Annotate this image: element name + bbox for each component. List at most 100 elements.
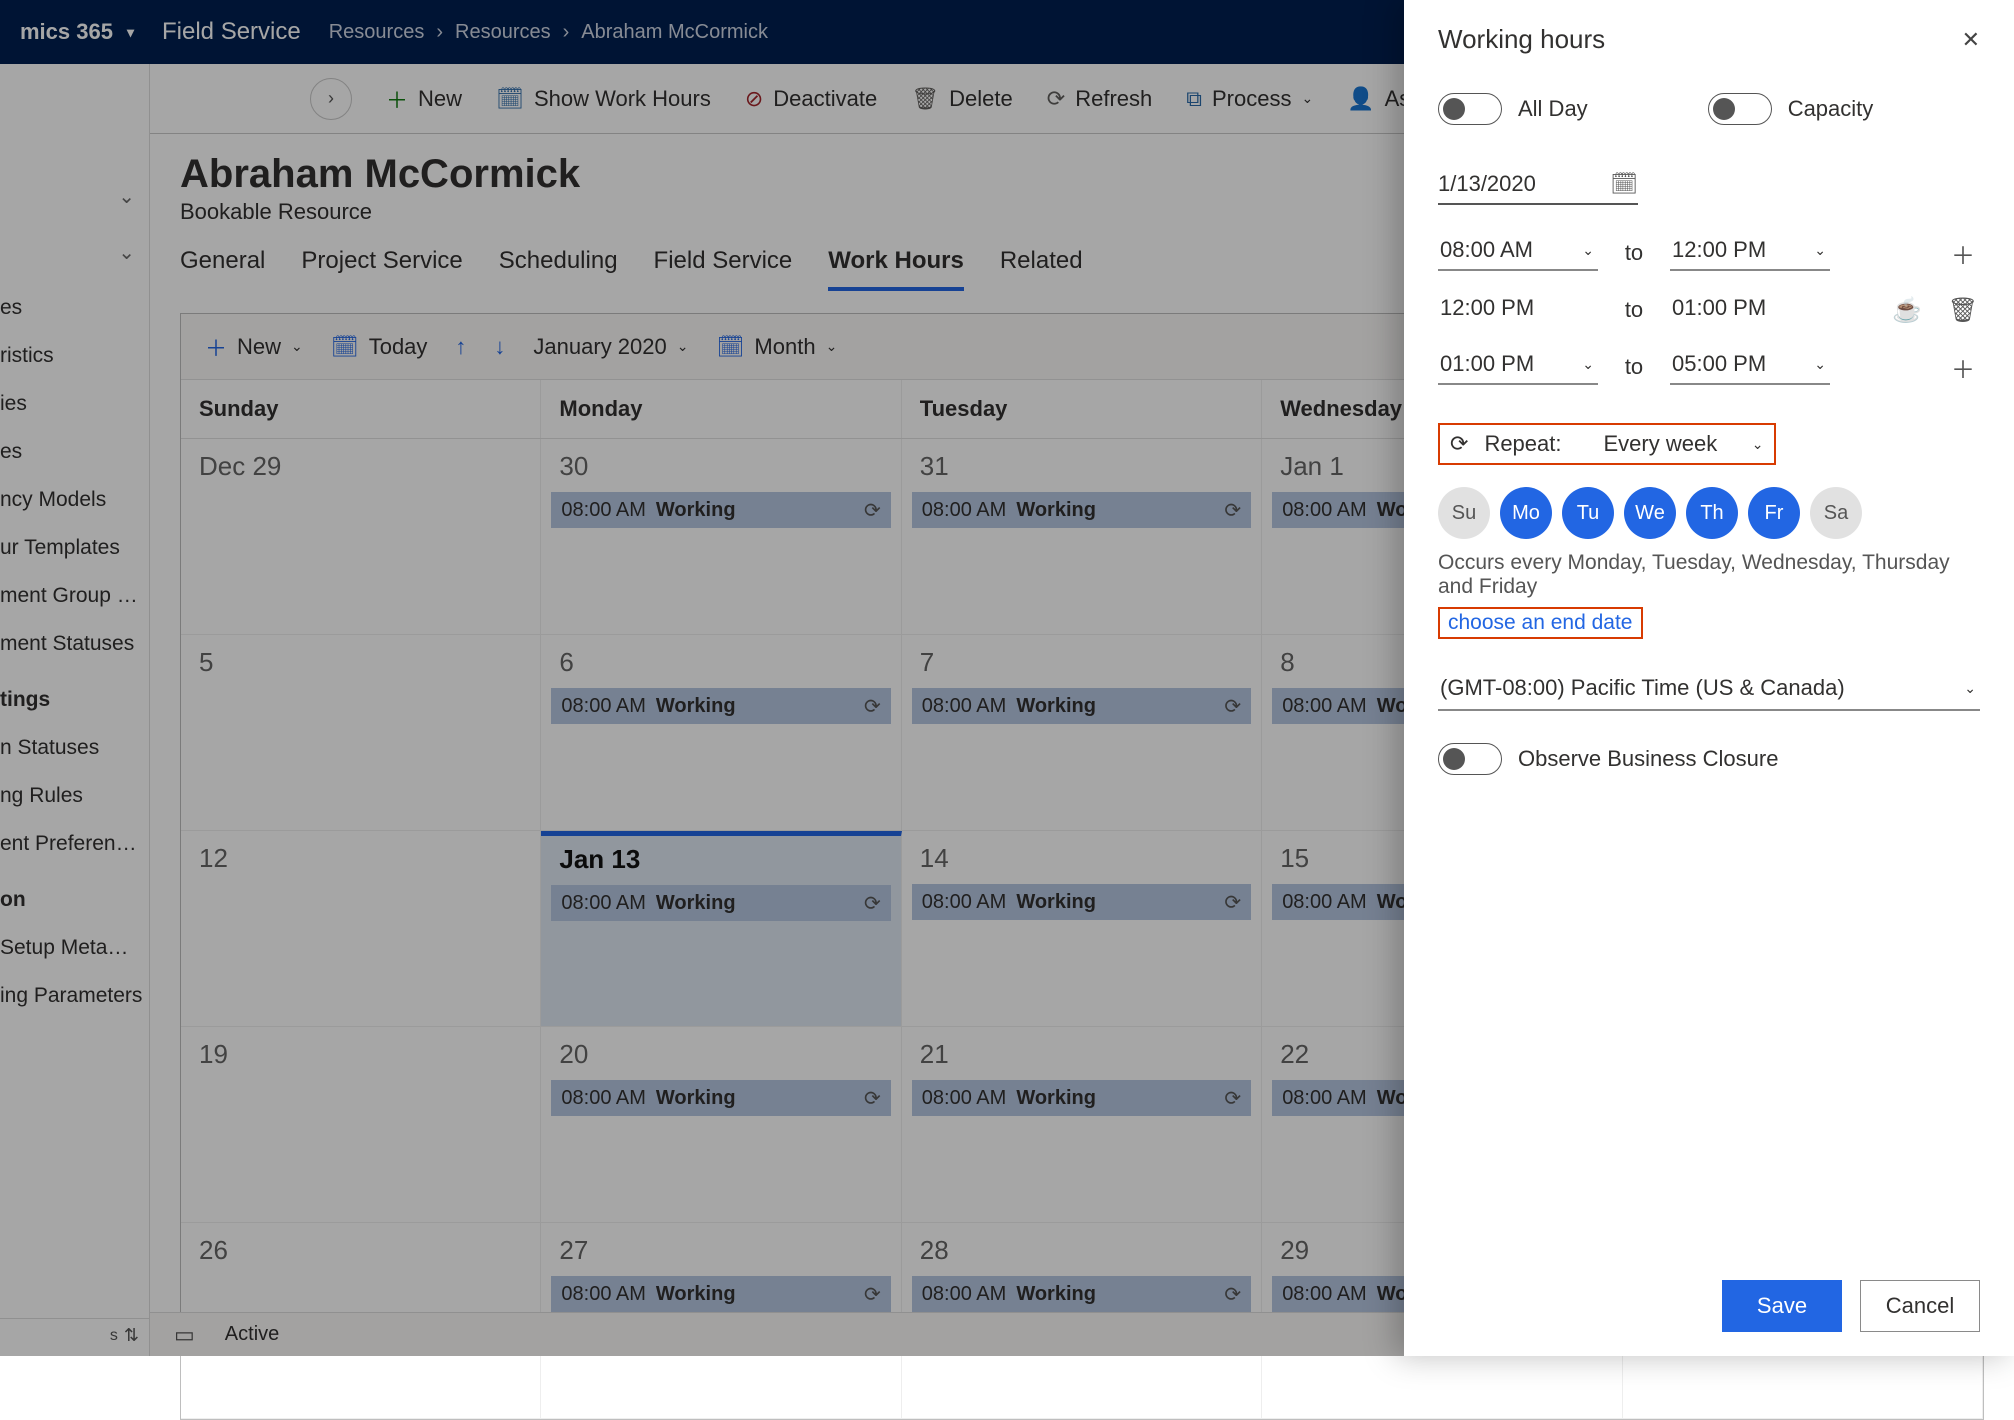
- calendar-event[interactable]: 08:00 AMWorking⟳: [551, 492, 890, 528]
- chevron-down-icon: ⌄: [1301, 90, 1313, 107]
- calendar-cell[interactable]: 19: [181, 1027, 541, 1223]
- day-pill-sa[interactable]: Sa: [1810, 487, 1862, 539]
- time-to-input[interactable]: 12:00 PM⌄: [1670, 235, 1830, 271]
- calendar-next[interactable]: ↓: [494, 334, 505, 360]
- calendar-event[interactable]: 08:00 AMWorking⟳: [912, 1276, 1251, 1312]
- tab-general[interactable]: General: [180, 247, 265, 291]
- calendar-event[interactable]: 08:00 AMWorking⟳: [551, 688, 890, 724]
- calendar-month-picker[interactable]: January 2020 ⌄: [533, 334, 688, 360]
- recurring-icon: ⟳: [864, 1282, 881, 1307]
- add-slot-button[interactable]: ＋: [1946, 350, 1980, 384]
- product-switcher[interactable]: mics 365 ▾: [20, 19, 134, 45]
- calendar-event[interactable]: 08:00 AMWorking⟳: [912, 688, 1251, 724]
- breadcrumb-2[interactable]: Resources: [455, 21, 551, 44]
- time-to-value: 12:00 PM: [1672, 237, 1766, 263]
- calendar-event[interactable]: 08:00 AMWorking⟳: [551, 885, 890, 921]
- calendar-event[interactable]: 08:00 AMWorking⟳: [551, 1276, 890, 1312]
- calendar-cell[interactable]: 12: [181, 831, 541, 1027]
- chevron-down-icon: ⌄: [1964, 680, 1976, 697]
- sidebar-item[interactable]: es: [0, 284, 149, 332]
- updown-icon: ⇅: [124, 1325, 139, 1346]
- break-button[interactable]: ☕: [1890, 293, 1924, 327]
- event-time: 08:00 AM: [922, 499, 1007, 522]
- calendar-cell[interactable]: 3008:00 AMWorking⟳: [541, 439, 901, 635]
- calendar-event[interactable]: 08:00 AMWorking⟳: [912, 884, 1251, 920]
- calendar-cell[interactable]: 2108:00 AMWorking⟳: [902, 1027, 1262, 1223]
- breadcrumb-1[interactable]: Resources: [329, 21, 425, 44]
- day-pill-mo[interactable]: Mo: [1500, 487, 1552, 539]
- date-input[interactable]: 1/13/2020 🗓: [1438, 171, 1638, 205]
- event-time: 08:00 AM: [1282, 695, 1367, 718]
- process-button[interactable]: ⧉ Process ⌄: [1186, 86, 1313, 112]
- sidebar-item[interactable]: ng Rules: [0, 772, 149, 820]
- calendar-today-button[interactable]: 🗓 Today: [331, 334, 428, 360]
- choose-end-date-link[interactable]: choose an end date: [1438, 607, 1643, 639]
- delete-slot-button[interactable]: 🗑: [1946, 293, 1980, 327]
- area-switcher[interactable]: s ⇅: [0, 1318, 149, 1352]
- show-hours-label: Show Work Hours: [534, 86, 711, 112]
- tab-scheduling[interactable]: Scheduling: [499, 247, 618, 291]
- refresh-button[interactable]: ⟳ Refresh: [1047, 86, 1152, 112]
- calendar-cell[interactable]: 1408:00 AMWorking⟳: [902, 831, 1262, 1027]
- day-pill-we[interactable]: We: [1624, 487, 1676, 539]
- time-from-input[interactable]: 08:00 AM⌄: [1438, 235, 1598, 271]
- day-pill-tu[interactable]: Tu: [1562, 487, 1614, 539]
- calendar-view-picker[interactable]: 🗓 Month ⌄: [716, 334, 837, 360]
- sidebar-item[interactable]: ristics: [0, 332, 149, 380]
- calendar-event[interactable]: 08:00 AMWorking⟳: [551, 1080, 890, 1116]
- observe-closure-toggle[interactable]: [1438, 743, 1502, 775]
- breadcrumb-3: Abraham McCormick: [581, 21, 768, 44]
- sitemap-nav: ⌄ ⌄ esristicsiesesncy Modelsur Templates…: [0, 64, 150, 1356]
- add-slot-button[interactable]: ＋: [1946, 236, 1980, 270]
- day-pill-th[interactable]: Th: [1686, 487, 1738, 539]
- sidebar-item[interactable]: ment Group …: [0, 572, 149, 620]
- calendar-cell[interactable]: 3108:00 AMWorking⟳: [902, 439, 1262, 635]
- calendar-cell[interactable]: 708:00 AMWorking⟳: [902, 635, 1262, 831]
- chevron-down-icon: ⌄: [1582, 242, 1594, 259]
- calendar-event[interactable]: 08:00 AMWorking⟳: [912, 1080, 1251, 1116]
- time-to-input[interactable]: 05:00 PM⌄: [1670, 349, 1830, 385]
- day-pill-fr[interactable]: Fr: [1748, 487, 1800, 539]
- sidebar-item[interactable]: Setup Meta…: [0, 924, 149, 972]
- tab-related[interactable]: Related: [1000, 247, 1083, 291]
- calendar-new-button[interactable]: ＋ New ⌄: [205, 331, 303, 363]
- calendar-cell[interactable]: 2008:00 AMWorking⟳: [541, 1027, 901, 1223]
- sidebar-item[interactable]: ing Parameters: [0, 972, 149, 1020]
- cancel-button[interactable]: Cancel: [1860, 1280, 1980, 1332]
- all-day-toggle[interactable]: [1438, 93, 1502, 125]
- to-label: to: [1620, 240, 1648, 266]
- calendar-prev[interactable]: ↑: [455, 334, 466, 360]
- show-work-hours-button[interactable]: 🗓 Show Work Hours: [496, 86, 711, 112]
- sidebar-item[interactable]: ncy Models: [0, 476, 149, 524]
- day-pill-su[interactable]: Su: [1438, 487, 1490, 539]
- sidebar-item[interactable]: ment Statuses: [0, 620, 149, 668]
- calendar-cell[interactable]: 5: [181, 635, 541, 831]
- close-button[interactable]: ✕: [1962, 27, 1980, 53]
- calendar-event[interactable]: 08:00 AMWorking⟳: [912, 492, 1251, 528]
- chevron-down-icon[interactable]: ⌄: [118, 240, 135, 265]
- capacity-toggle[interactable]: [1708, 93, 1772, 125]
- sidebar-item[interactable]: es: [0, 428, 149, 476]
- calendar-cell[interactable]: Dec 29: [181, 439, 541, 635]
- plus-icon: ＋: [1951, 350, 1975, 385]
- sidebar-item[interactable]: ies: [0, 380, 149, 428]
- deactivate-button[interactable]: ⊘ Deactivate: [745, 86, 877, 112]
- tab-project-service[interactable]: Project Service: [301, 247, 462, 291]
- recurring-icon: ⟳: [1224, 498, 1241, 523]
- expand-button[interactable]: ›: [310, 78, 352, 120]
- save-button[interactable]: Save: [1722, 1280, 1842, 1332]
- new-button[interactable]: ＋ New: [386, 83, 462, 115]
- timezone-value: (GMT-08:00) Pacific Time (US & Canada): [1440, 675, 1845, 701]
- calendar-cell[interactable]: 608:00 AMWorking⟳: [541, 635, 901, 831]
- time-from-input[interactable]: 01:00 PM⌄: [1438, 349, 1598, 385]
- timezone-selector[interactable]: (GMT-08:00) Pacific Time (US & Canada) ⌄: [1438, 675, 1980, 711]
- sidebar-item[interactable]: n Statuses: [0, 724, 149, 772]
- repeat-selector[interactable]: ⟳ Repeat: Every week ⌄: [1438, 423, 1776, 465]
- tab-work-hours[interactable]: Work Hours: [828, 247, 964, 291]
- tab-field-service[interactable]: Field Service: [654, 247, 793, 291]
- delete-button[interactable]: 🗑 Delete: [911, 86, 1013, 112]
- calendar-cell[interactable]: Jan 1308:00 AMWorking⟳: [541, 831, 901, 1027]
- sidebar-item[interactable]: ur Templates: [0, 524, 149, 572]
- chevron-down-icon[interactable]: ⌄: [118, 184, 135, 209]
- sidebar-item[interactable]: ent Preferences: [0, 820, 149, 868]
